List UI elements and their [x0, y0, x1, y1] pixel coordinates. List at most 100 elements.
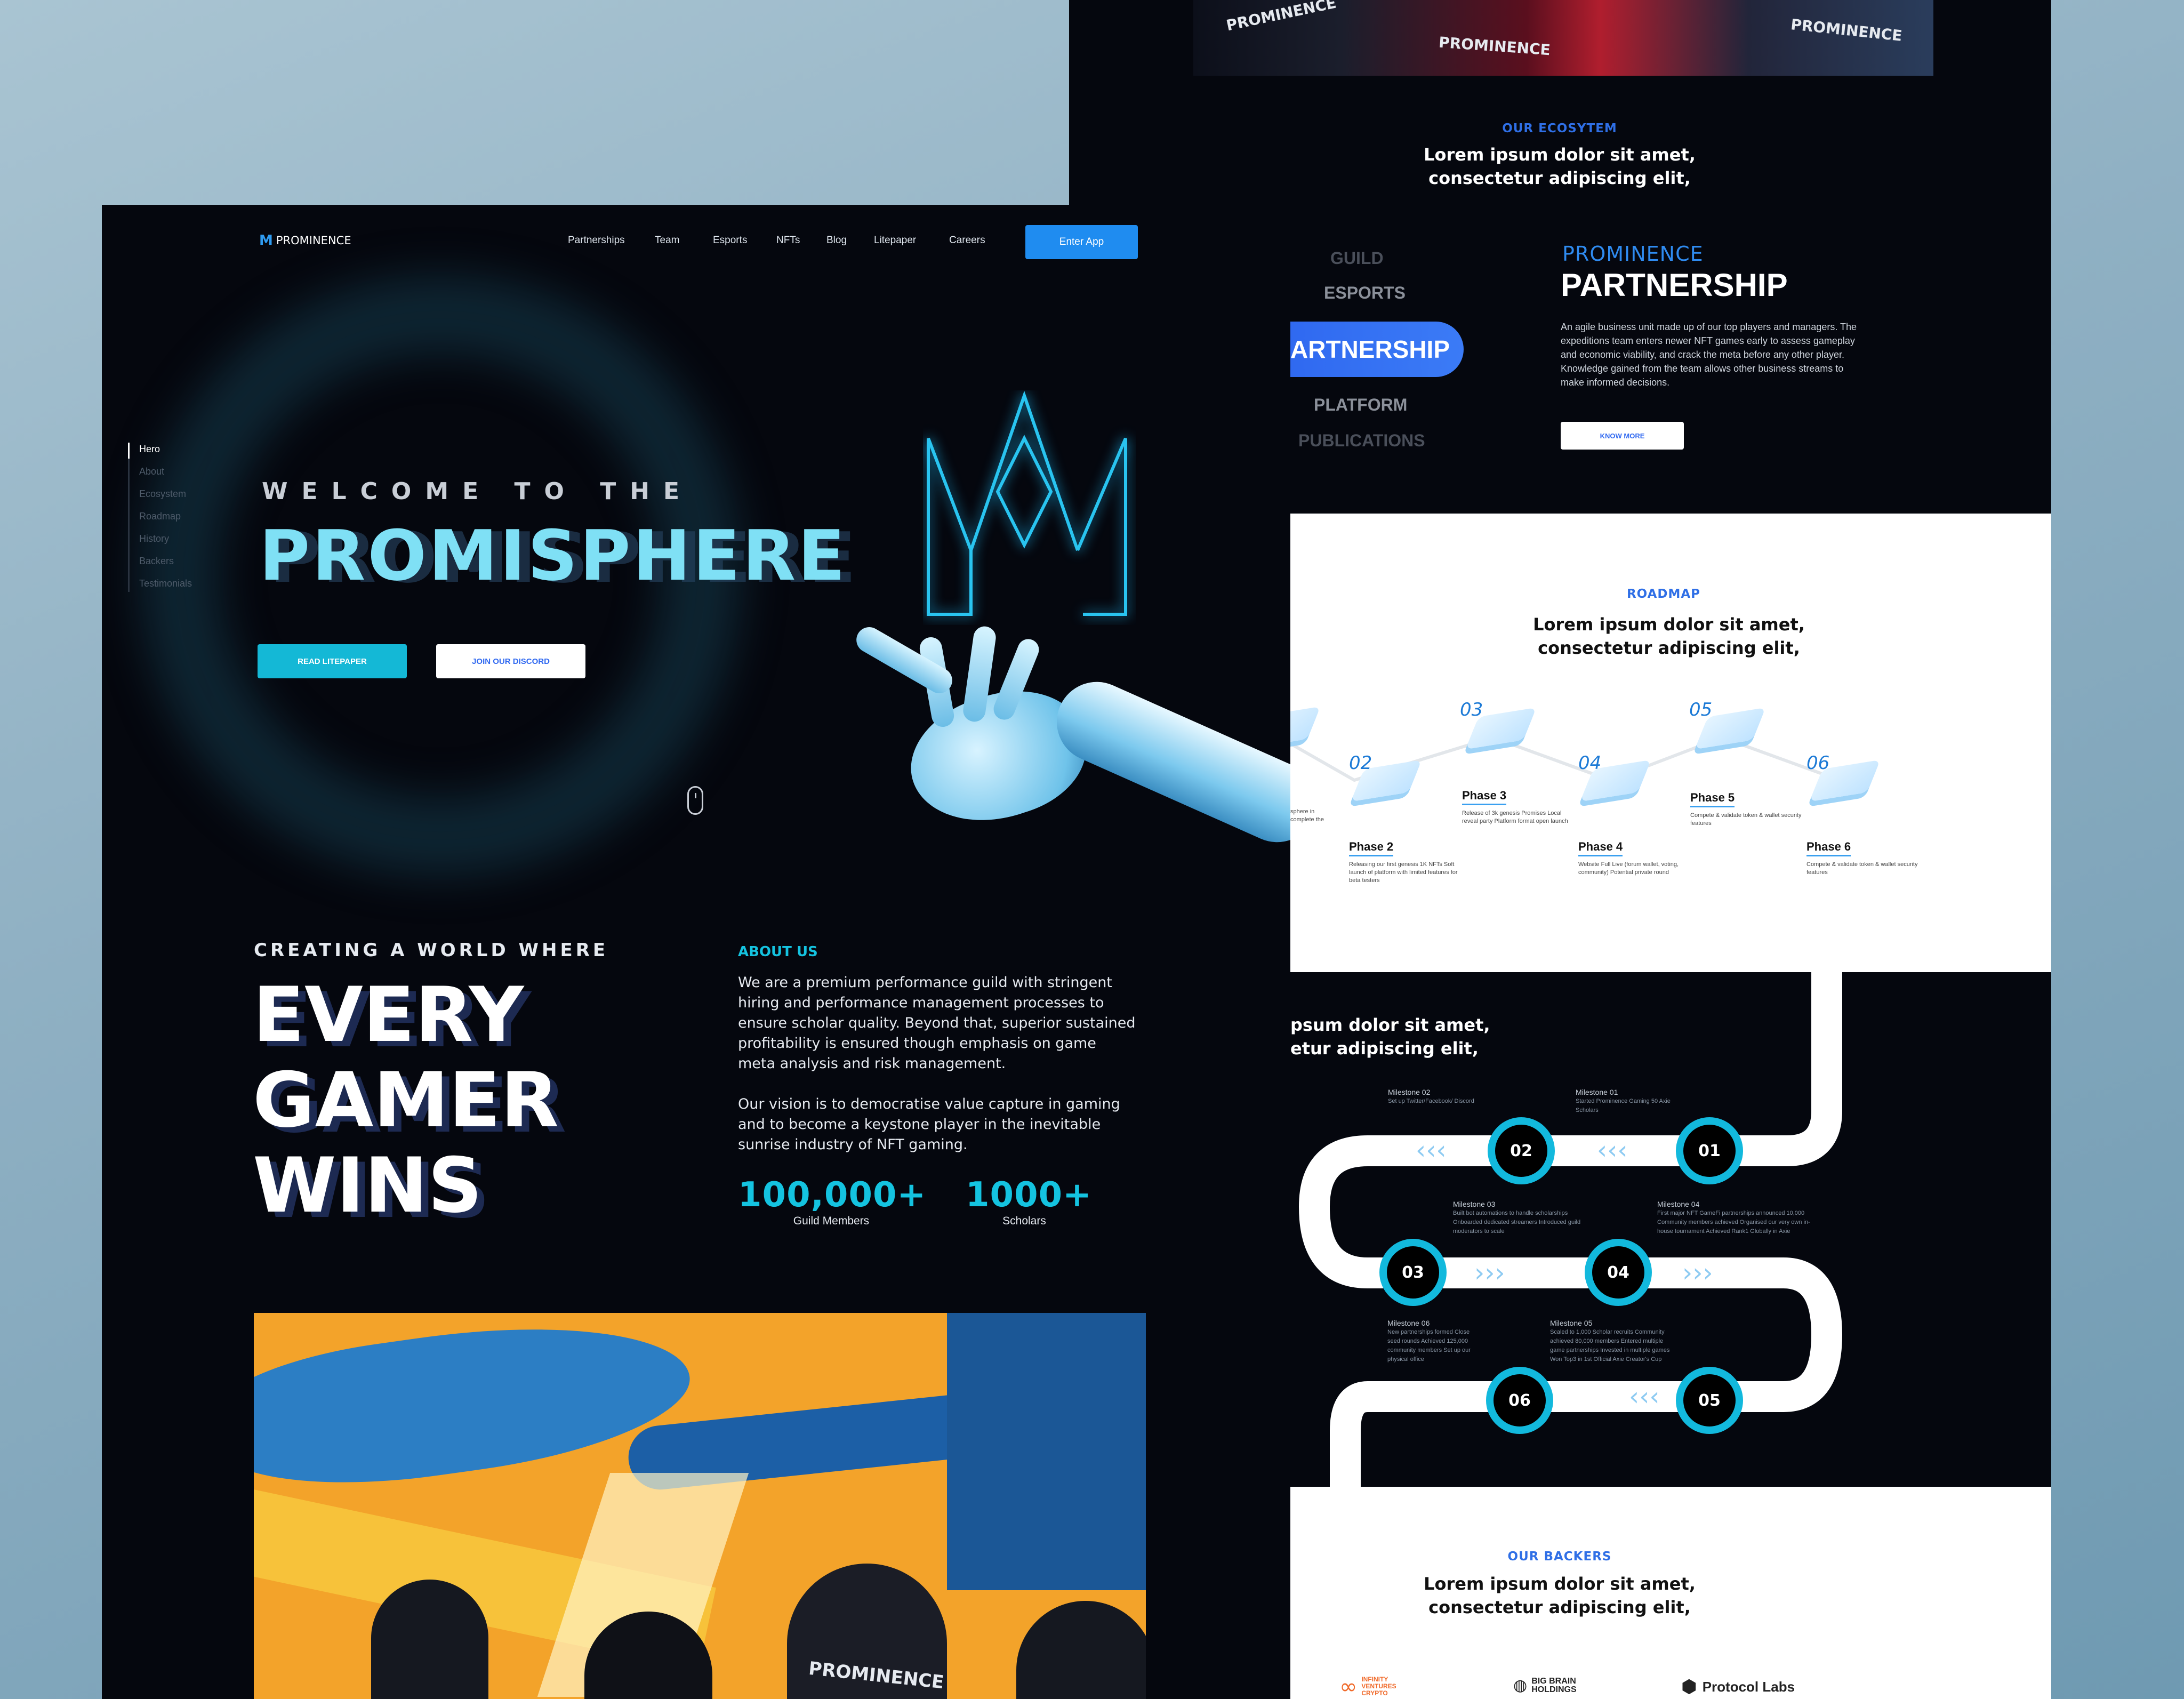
side-nav-ecosystem[interactable]: Ecosystem	[139, 488, 186, 500]
chevrons-icon: ‹‹‹	[1597, 1135, 1628, 1165]
side-nav-history[interactable]: History	[139, 533, 169, 544]
ecosystem-tab-platform[interactable]: PLATFORM	[1314, 395, 1407, 415]
phase-card: Phase 4 Website Full Live (forum wallet,…	[1578, 840, 1690, 877]
milestone-desc: Scaled to 1,000 Scholar recruits Communi…	[1550, 1329, 1670, 1363]
person-silhouette	[1016, 1601, 1146, 1699]
roadmap-number: 02	[1349, 752, 1372, 774]
chevrons-icon: ‹‹‹	[1629, 1382, 1660, 1412]
know-more-button[interactable]: KNOW MORE	[1561, 422, 1684, 450]
roadmap-number: 03	[1460, 699, 1483, 720]
phase-title: Phase 3	[1462, 789, 1507, 805]
roadmap-number: 04	[1578, 752, 1602, 774]
backer-logo-infinity: ∞ INFINITY VENTURES CRYPTO	[1339, 1676, 1415, 1697]
roadmap-number: 05	[1689, 699, 1713, 720]
about-label: ABOUT US	[738, 944, 818, 960]
milestone-node-04[interactable]: 04	[1585, 1239, 1652, 1306]
nav-partnerships[interactable]: Partnerships	[568, 235, 625, 246]
stat-scholars: 1000+ Scholars	[966, 1175, 1092, 1228]
chevrons-icon: ›››	[1474, 1258, 1505, 1288]
phase-desc: Website Full Live (forum wallet, voting,…	[1578, 861, 1679, 876]
side-nav-testimonials[interactable]: Testimonials	[139, 578, 192, 589]
mouse-scroll-icon[interactable]	[687, 786, 703, 815]
neon-mark-path	[927, 390, 1127, 616]
hero-welcome: WELCOME TO THE	[262, 478, 694, 505]
headline-line: WINS	[253, 1142, 483, 1230]
ecosystem-tab-partnership-active[interactable]: ARTNERSHIP	[1280, 322, 1464, 377]
infinity-icon: ∞	[1339, 1674, 1358, 1699]
milestone-node-03[interactable]: 03	[1379, 1239, 1447, 1306]
read-litepaper-button[interactable]: READ LITEPAPER	[258, 644, 407, 678]
ecosystem-tab-esports[interactable]: ESPORTS	[1324, 283, 1406, 303]
cube-icon: ⬢	[1681, 1676, 1697, 1697]
creating-eyebrow: CREATING A WORLD WHERE	[254, 940, 609, 961]
graffiti-shape	[947, 1313, 1146, 1590]
robotic-hand-image	[846, 615, 1290, 914]
backer-name: Protocol Labs	[1702, 1678, 1795, 1695]
chevrons-icon: ›››	[1682, 1258, 1713, 1288]
phase-card: Phase 5 Compete & validate token & walle…	[1690, 791, 1802, 828]
phase-card: Phase 6 Compete & validate token & walle…	[1806, 840, 1918, 877]
ecosystem-brand-small: PROMINENCE	[1562, 242, 1704, 266]
nav-nfts[interactable]: NFTs	[776, 235, 800, 246]
stat-label: Scholars	[1002, 1215, 1046, 1227]
roadmap-clipped-text: sphere in complete the	[1290, 808, 1324, 823]
backers-heading: Lorem ipsum dolor sit amet, consectetur …	[1424, 1574, 1696, 1617]
milestone-node-06[interactable]: 06	[1486, 1367, 1553, 1434]
side-nav-about[interactable]: About	[139, 466, 164, 477]
backer-name: INFINITY VENTURES CRYPTO	[1361, 1676, 1396, 1697]
milestone-title: Milestone 04	[1657, 1200, 1700, 1208]
milestone-text: Milestone 01 Started Prominence Gaming 5…	[1576, 1088, 1672, 1115]
neon-brand-mark-icon	[927, 390, 1127, 616]
milestone-desc: New partnerships formed Close seed round…	[1387, 1329, 1471, 1363]
know-more-label: KNOW MORE	[1600, 431, 1645, 440]
milestone-node-02[interactable]: 02	[1488, 1117, 1555, 1184]
team-photo: PROMINENCE PROMINENCE PROMINENCE	[1193, 0, 1933, 76]
side-nav-hero[interactable]: Hero	[139, 444, 160, 455]
enter-app-button[interactable]: Enter App	[1025, 225, 1138, 259]
about-paragraph: We are a premium performance guild with …	[738, 974, 1136, 1072]
milestone-title: Milestone 06	[1387, 1319, 1430, 1327]
ecosystem-body: An agile business unit made up of our to…	[1561, 322, 1857, 388]
join-discord-label: JOIN OUR DISCORD	[472, 656, 550, 666]
milestone-desc: Set up Twitter/Facebook/ Discord	[1388, 1098, 1474, 1104]
milestone-text: Milestone 05 Scaled to 1,000 Scholar rec…	[1550, 1319, 1678, 1364]
nav-team[interactable]: Team	[655, 235, 679, 246]
nav-litepaper[interactable]: Litepaper	[874, 235, 916, 246]
roadmap-section: ROADMAP Lorem ipsum dolor sit amet, cons…	[1290, 514, 2051, 972]
nav-careers[interactable]: Careers	[949, 235, 985, 246]
roadmap-path	[1290, 735, 1841, 782]
phase-title: Phase 2	[1349, 840, 1394, 856]
graffiti-team-photo: PROMINENCE	[254, 1313, 1146, 1699]
milestone-node-01[interactable]: 01	[1676, 1117, 1743, 1184]
side-nav-roadmap[interactable]: Roadmap	[139, 511, 181, 522]
chevrons-icon: ‹‹‹	[1416, 1135, 1447, 1165]
nav-blog[interactable]: Blog	[826, 235, 847, 246]
enter-app-label: Enter App	[1059, 236, 1104, 247]
side-nav-rail	[128, 443, 130, 592]
ecosystem-title: PARTNERSHIP	[1561, 267, 1788, 303]
phase-desc: Compete & validate token & wallet securi…	[1806, 861, 1918, 876]
milestone-title: Milestone 01	[1576, 1088, 1618, 1096]
side-nav-backers[interactable]: Backers	[139, 556, 174, 567]
logo-text: PROMINENCE	[276, 234, 351, 247]
backer-name: BIG BRAIN HOLDINGS	[1531, 1677, 1577, 1694]
milestone-text: Milestone 04 First major NFT GameFi part…	[1657, 1200, 1812, 1236]
ecosystem-tab-publications[interactable]: PUBLICATIONS	[1298, 431, 1425, 451]
milestone-text: Milestone 02 Set up Twitter/Facebook/ Di…	[1388, 1088, 1484, 1106]
phase-title: Phase 4	[1578, 840, 1623, 856]
ecosystem-heading: Lorem ipsum dolor sit amet, consectetur …	[1424, 145, 1696, 188]
logo-icon: M	[259, 233, 273, 249]
stat-label: Guild Members	[793, 1215, 870, 1227]
mouse-wheel	[695, 793, 696, 798]
logo[interactable]: M PROMINENCE	[259, 233, 351, 249]
side-nav-active-indicator	[128, 443, 130, 459]
nav-esports[interactable]: Esports	[713, 235, 747, 246]
person-silhouette	[371, 1580, 488, 1699]
milestone-node-05[interactable]: 05	[1676, 1367, 1743, 1434]
join-discord-button[interactable]: JOIN OUR DISCORD	[436, 644, 585, 678]
stat-value: 1000+	[966, 1175, 1092, 1215]
ecosystem-tab-guild[interactable]: GUILD	[1330, 249, 1384, 268]
stat-value: 100,000+	[738, 1175, 927, 1215]
milestone-text: Milestone 06 New partnerships formed Clo…	[1387, 1319, 1478, 1364]
backer-logo-bigbrain: ◍ BIG BRAIN HOLDINGS	[1513, 1677, 1590, 1694]
